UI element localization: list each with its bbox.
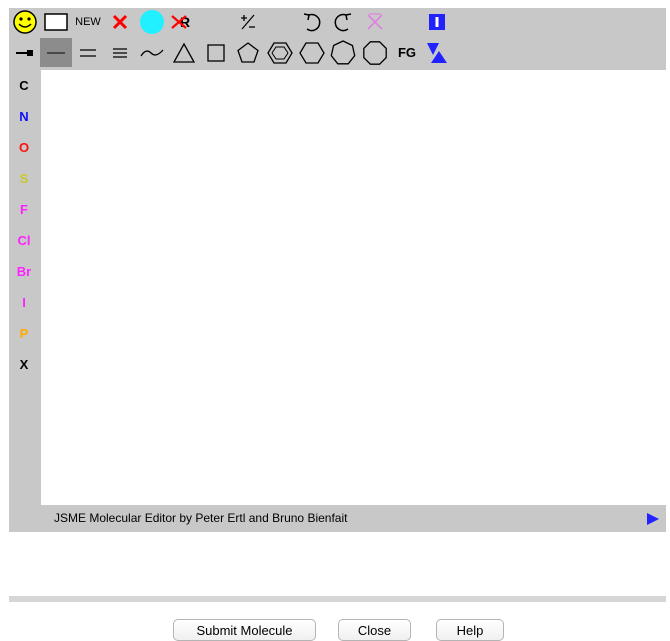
chain-icon	[140, 49, 164, 56]
atom-s-button[interactable]: S	[9, 163, 39, 194]
close-button[interactable]: Close	[338, 619, 411, 641]
play-arrow-icon[interactable]	[646, 512, 660, 526]
empty-tool-3	[391, 8, 423, 36]
single-bond-icon	[47, 51, 65, 54]
smiley-icon	[12, 10, 37, 34]
delete-r-group-icon: R	[171, 14, 190, 30]
undo-tool[interactable]	[296, 8, 327, 36]
new-button[interactable]: NEW	[72, 8, 104, 36]
end-bond-icon	[15, 49, 33, 56]
atom-f-button[interactable]: F	[9, 194, 39, 225]
atom-x-button[interactable]: X	[9, 349, 39, 380]
delete-tool[interactable]	[104, 8, 136, 36]
new-label: NEW	[75, 16, 101, 28]
heptagon-ring-icon	[330, 39, 356, 64]
triangle-ring-tool[interactable]	[168, 38, 200, 67]
heptagon-ring-tool[interactable]	[327, 38, 359, 67]
octagon-ring-tool[interactable]	[359, 38, 391, 67]
benzene-ring-icon	[267, 41, 293, 64]
status-bar: JSME Molecular Editor by Peter Ertl and …	[9, 505, 666, 532]
template-tool[interactable]	[359, 8, 391, 36]
atom-cl-button[interactable]: Cl	[9, 225, 39, 256]
redo-icon	[334, 13, 352, 32]
empty-tool-2	[264, 8, 296, 36]
octagon-ring-icon	[363, 40, 387, 65]
delete-x-icon	[112, 14, 128, 30]
mark-tool[interactable]	[423, 8, 451, 36]
single-bond-tool[interactable]	[40, 38, 72, 67]
undo-icon	[303, 13, 320, 32]
delete-r-group-tool[interactable]: R	[168, 8, 200, 36]
atom-palette: C N O S F Cl Br I P X	[9, 70, 39, 380]
charge-plus-minus-icon	[241, 14, 255, 30]
double-bond-tool[interactable]	[72, 38, 104, 67]
triple-bond-tool[interactable]	[104, 38, 136, 67]
smiley-tool[interactable]	[9, 8, 40, 36]
charge-plus-minus-tool[interactable]	[232, 8, 264, 36]
atom-p-button[interactable]: P	[9, 318, 39, 349]
benzene-ring-tool[interactable]	[264, 38, 296, 67]
pentagon-ring-icon	[237, 41, 259, 63]
charge-tool[interactable]	[136, 8, 168, 36]
redo-tool[interactable]	[327, 8, 359, 36]
atom-c-button[interactable]: C	[9, 70, 39, 101]
hexagon-ring-tool[interactable]	[296, 38, 327, 67]
atom-n-button[interactable]: N	[9, 101, 39, 132]
atom-o-button[interactable]: O	[9, 132, 39, 163]
rotate-direction-tool[interactable]	[423, 38, 451, 67]
jsme-editor: NEW R FG C N O S F Cl Br I P X JSME Mole…	[9, 8, 666, 532]
atom-i-button[interactable]: I	[9, 287, 39, 318]
empty-tool-1	[200, 8, 232, 36]
rectangle-select-icon	[44, 13, 68, 31]
mark-icon	[429, 14, 445, 30]
atom-br-button[interactable]: Br	[9, 256, 39, 287]
chain-tool[interactable]	[136, 38, 168, 67]
charge-circle-icon	[140, 10, 164, 34]
double-bond-icon	[80, 48, 96, 57]
rotate-direction-icon	[427, 42, 447, 63]
drawing-canvas[interactable]	[41, 70, 666, 505]
square-ring-tool[interactable]	[200, 38, 232, 67]
rectangle-select-tool[interactable]	[40, 8, 72, 36]
template-x-icon	[367, 13, 383, 30]
help-button[interactable]: Help	[436, 619, 504, 641]
triangle-ring-icon	[172, 42, 196, 63]
status-text: JSME Molecular Editor by Peter Ertl and …	[54, 511, 348, 525]
fg-label: FG	[397, 45, 417, 60]
hexagon-ring-icon	[298, 41, 325, 64]
pentagon-ring-tool[interactable]	[232, 38, 264, 67]
divider	[9, 596, 666, 602]
functional-group-button[interactable]: FG	[391, 38, 423, 67]
triple-bond-icon	[113, 47, 127, 58]
end-bond-tool[interactable]	[9, 38, 40, 67]
square-ring-icon	[207, 43, 225, 62]
submit-molecule-button[interactable]: Submit Molecule	[173, 619, 316, 641]
